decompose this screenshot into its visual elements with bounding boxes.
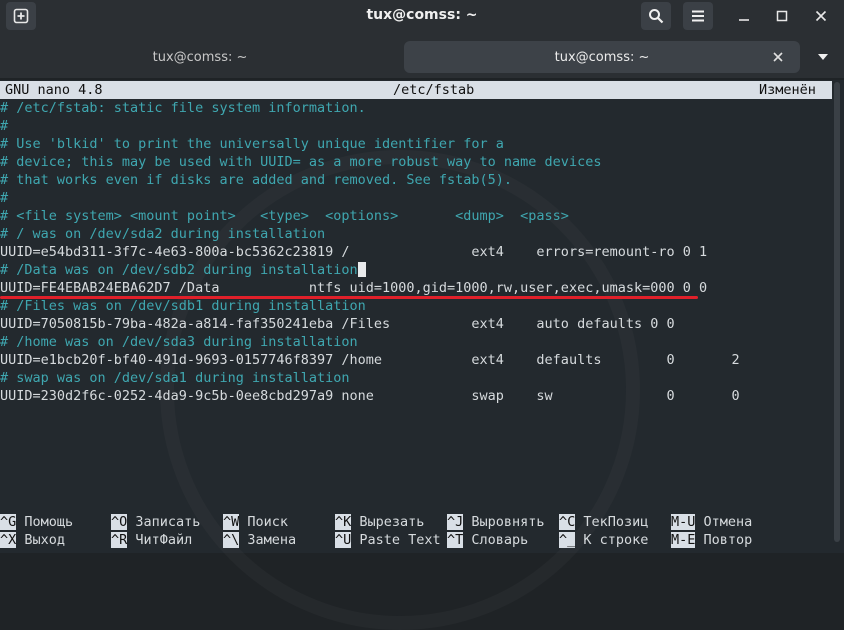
text-cursor <box>357 262 366 277</box>
file-line: # <box>0 190 9 206</box>
shortcut-exit[interactable]: ^X Выход <box>0 531 65 549</box>
shortcut-paste[interactable]: ^U Paste Text <box>335 531 441 549</box>
chevron-down-icon <box>818 54 828 60</box>
shortcut-search[interactable]: ^W Поиск <box>223 513 288 531</box>
nano-filename: /etc/fstab <box>393 82 475 98</box>
close-window-button[interactable] <box>810 5 832 27</box>
maximize-icon <box>776 10 788 22</box>
shortcut-undo[interactable]: M-U Отмена <box>671 513 752 531</box>
close-icon <box>815 10 827 22</box>
tabs-dropdown-button[interactable] <box>812 47 834 67</box>
nano-header-bar: GNU nano 4.8 /etc/fstab Изменён <box>0 81 832 99</box>
shortcut-help[interactable]: ^G Помощь <box>0 513 73 531</box>
tab-bar: tux@comss: ~ tux@comss: ~ <box>0 32 844 78</box>
file-line: UUID=e1bcb20f-bf40-491d-9693-0157746f839… <box>0 352 740 368</box>
tab-label: tux@comss: ~ <box>152 49 248 65</box>
file-line: UUID=230d2f6c-0252-4da9-9c5b-0ee8cbd297a… <box>0 388 740 404</box>
shortcut-redo[interactable]: M-E Повтор <box>671 531 752 549</box>
tab-close-icon <box>773 52 783 62</box>
minimize-button[interactable] <box>733 5 755 27</box>
maximize-button[interactable] <box>771 5 793 27</box>
file-line: # device; this may be used with UUID= as… <box>0 154 602 170</box>
tab-label: tux@comss: ~ <box>554 49 650 65</box>
window-title: tux@comss: ~ <box>366 7 478 23</box>
red-highlight-underline <box>0 296 698 299</box>
file-line: # <box>0 118 9 134</box>
nano-version: GNU nano 4.8 <box>5 82 103 98</box>
tab-terminal-2[interactable]: tux@comss: ~ <box>404 41 800 73</box>
shortcut-justify[interactable]: ^J Выровнять <box>447 513 545 531</box>
scrollbar-thumb[interactable] <box>834 82 840 542</box>
file-line: # swap was on /dev/sda1 during installat… <box>0 370 350 386</box>
search-button[interactable] <box>641 2 671 30</box>
shortcut-read-file[interactable]: ^R ЧитФайл <box>111 531 192 549</box>
file-line: # that works even if disks are added and… <box>0 172 513 188</box>
tab-close-button[interactable] <box>770 49 786 65</box>
file-line: # /Files was on /dev/sdb1 during install… <box>0 298 366 314</box>
search-icon <box>649 9 664 24</box>
file-line: # Use 'blkid' to print the universally u… <box>0 136 504 152</box>
shortcut-cur-pos[interactable]: ^C ТекПозиц <box>559 513 648 531</box>
title-bar: tux@comss: ~ <box>0 0 844 32</box>
file-line: UUID=e54bd311-3f7c-4e63-800a-bc5362c2381… <box>0 244 708 260</box>
shortcut-spell[interactable]: ^T Словарь <box>447 531 528 549</box>
file-line: UUID=7050815b-79ba-482a-a814-faf350241eb… <box>0 316 675 332</box>
file-line: # /home was on /dev/sda3 during installa… <box>0 334 358 350</box>
file-line: # <file system> <mount point> <type> <op… <box>0 208 569 224</box>
shortcut-cut[interactable]: ^K Вырезать <box>335 513 424 531</box>
tab-terminal-1[interactable]: tux@comss: ~ <box>0 41 400 73</box>
shortcut-replace[interactable]: ^\ Замена <box>223 531 296 549</box>
minimize-icon <box>739 19 749 21</box>
file-line: # /Data was on /dev/sdb2 during installa… <box>0 261 366 279</box>
nano-modified-status: Изменён <box>759 82 816 98</box>
file-line: # / was on /dev/sda2 during installation <box>0 226 326 242</box>
file-line: # /etc/fstab: static file system informa… <box>0 100 366 116</box>
hamburger-menu-icon <box>692 10 704 22</box>
file-line-highlighted: UUID=FE4EBAB24EBA62D7 /Data ntfs uid=100… <box>0 280 708 296</box>
shortcut-write[interactable]: ^O Записать <box>111 513 200 531</box>
shortcut-go-to-line[interactable]: ^_ К строке <box>559 531 648 549</box>
menu-button[interactable] <box>683 2 713 30</box>
